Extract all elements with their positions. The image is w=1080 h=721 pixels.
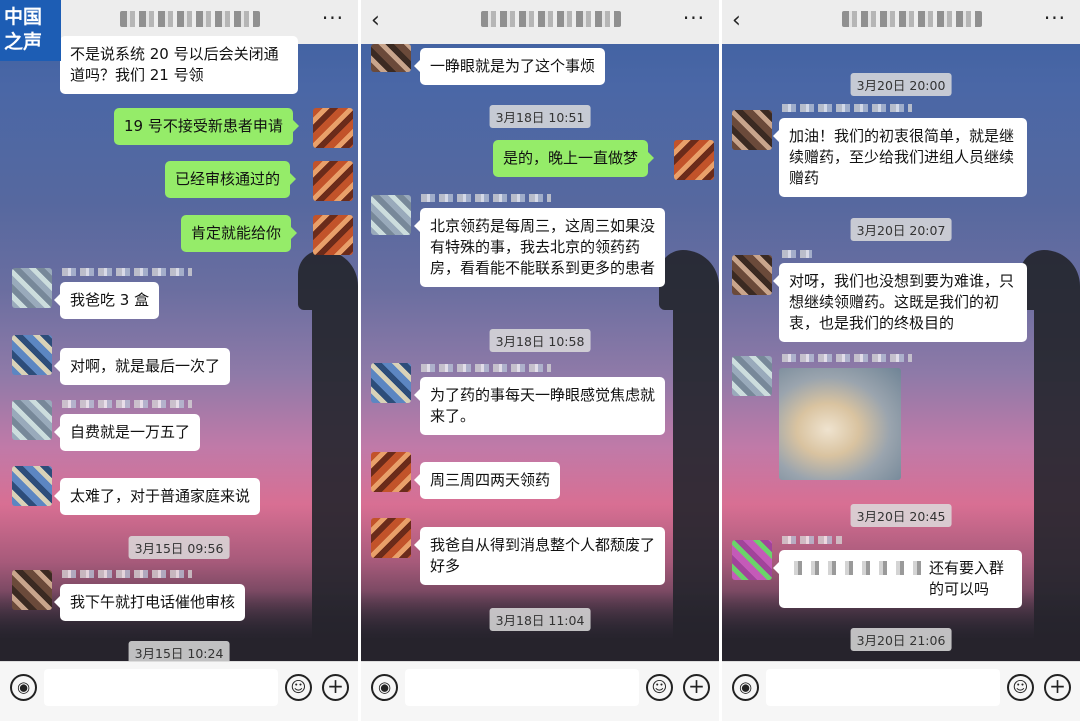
logo-line2: 之声 xyxy=(4,31,43,53)
chat-title-masked xyxy=(120,11,260,27)
nickname-masked xyxy=(782,536,842,544)
nickname-masked xyxy=(62,400,192,408)
nickname-masked xyxy=(62,570,192,578)
message-bubble: 我爸吃 3 盒 xyxy=(53,282,160,319)
input-bar: ◉ ☺ + xyxy=(722,661,1080,721)
nickname-masked xyxy=(62,268,192,276)
avatar[interactable] xyxy=(371,452,411,492)
avatar[interactable] xyxy=(12,466,52,506)
avatar[interactable] xyxy=(732,255,772,295)
avatar[interactable] xyxy=(12,268,52,308)
message-bubble: 周三周四两天领药 xyxy=(413,462,561,499)
nickname-masked xyxy=(421,194,551,202)
message-bubble: 19 号不接受新患者申请 xyxy=(114,108,299,145)
plus-icon[interactable]: + xyxy=(1044,674,1071,701)
avatar[interactable] xyxy=(732,356,772,396)
avatar[interactable] xyxy=(12,400,52,440)
message-input[interactable] xyxy=(405,669,639,706)
voice-icon[interactable]: ◉ xyxy=(732,674,759,701)
avatar[interactable] xyxy=(12,335,52,375)
avatar[interactable] xyxy=(313,215,353,255)
avatar[interactable] xyxy=(313,161,353,201)
timestamp: 3月18日 11:04 xyxy=(489,608,591,631)
avatar[interactable] xyxy=(313,108,353,148)
chat-panel-1: ··· 不是说系统 20 号以后会关闭通道吗？我们 21 号领 19 号不接受新… xyxy=(0,0,358,721)
input-bar: ◉ ☺ + xyxy=(361,661,719,721)
avatar[interactable] xyxy=(371,518,411,558)
avatar[interactable] xyxy=(371,363,411,403)
chat-title-masked xyxy=(481,11,621,27)
avatar[interactable] xyxy=(674,140,714,180)
message-bubble: 太难了，对于普通家庭来说 xyxy=(53,478,261,515)
chat-header: ‹ ··· xyxy=(722,0,1080,44)
message-bubble: 北京领药是每周三，这周三如果没有特殊的事，我去北京的领药药房，看看能不能联系到更… xyxy=(414,208,665,287)
message-bubble: 已经审核通过的 xyxy=(165,161,297,198)
voice-icon[interactable]: ◉ xyxy=(10,674,37,701)
more-icon[interactable]: ··· xyxy=(1044,6,1066,30)
avatar[interactable] xyxy=(12,570,52,610)
brand-logo: 中国 之声 xyxy=(0,0,61,61)
message-bubble: 一睁眼就是为了这个事烦 xyxy=(413,48,606,85)
nickname-masked xyxy=(782,250,812,258)
chat-panel-2: ‹ ··· 一睁眼就是为了这个事烦 3月18日 10:51 是的，晚上一直做梦 … xyxy=(361,0,719,721)
back-icon[interactable]: ‹ xyxy=(732,8,741,33)
masked-mention xyxy=(789,561,929,575)
emoji-icon[interactable]: ☺ xyxy=(1007,674,1034,701)
timestamp: 3月18日 10:58 xyxy=(489,329,591,352)
chat-header: ‹ ··· xyxy=(361,0,719,44)
message-bubble: 我下午就打电话催他审核 xyxy=(53,584,246,621)
timestamp: 3月20日 20:00 xyxy=(850,73,952,96)
back-icon[interactable]: ‹ xyxy=(371,8,380,33)
nickname-masked xyxy=(782,354,912,362)
emoji-icon[interactable]: ☺ xyxy=(285,674,312,701)
message-bubble: 不是说系统 20 号以后会关闭通道吗？我们 21 号领 xyxy=(54,36,298,94)
input-bar: ◉ ☺ + xyxy=(0,661,358,721)
message-input[interactable] xyxy=(44,669,278,706)
message-bubble: 还有要入群的可以吗 xyxy=(773,550,1022,608)
avatar[interactable] xyxy=(732,540,772,580)
timestamp: 3月15日 09:56 xyxy=(128,536,230,559)
message-bubble: 对呀，我们也没想到要为难谁，只想继续领赠药。这既是我们的初衷，也是我们的终极目的 xyxy=(773,263,1027,342)
chat-title-masked xyxy=(842,11,982,27)
timestamp: 3月18日 10:51 xyxy=(489,105,591,128)
message-bubble: 加油！我们的初衷很简单，就是继续赠药，至少给我们进组人员继续赠药 xyxy=(773,118,1027,197)
emoji-icon[interactable]: ☺ xyxy=(646,674,673,701)
avatar[interactable] xyxy=(371,195,411,235)
plus-icon[interactable]: + xyxy=(683,674,710,701)
plus-icon[interactable]: + xyxy=(322,674,349,701)
message-bubble: 对啊，就是最后一次了 xyxy=(53,348,231,385)
voice-icon[interactable]: ◉ xyxy=(371,674,398,701)
timestamp: 3月20日 21:06 xyxy=(850,628,952,651)
nickname-masked xyxy=(421,364,551,372)
message-bubble: 是的，晚上一直做梦 xyxy=(493,140,655,177)
message-input[interactable] xyxy=(766,669,1000,706)
timestamp: 3月20日 20:45 xyxy=(850,504,952,527)
message-bubble: 为了药的事每天一睁眼感觉焦虑就来了。 xyxy=(414,377,665,435)
timestamp: 3月20日 20:07 xyxy=(850,218,952,241)
logo-line1: 中国 xyxy=(4,6,43,28)
message-bubble: 我爸自从得到消息整个人都颓废了好多 xyxy=(414,527,665,585)
more-icon[interactable]: ··· xyxy=(683,6,705,30)
chat-panel-3: ‹ ··· 3月20日 20:00 加油！我们的初衷很简单，就是继续赠药，至少给… xyxy=(722,0,1080,721)
more-icon[interactable]: ··· xyxy=(322,6,344,30)
message-bubble: 肯定就能给你 xyxy=(181,215,298,252)
shared-photo[interactable] xyxy=(779,368,901,480)
avatar[interactable] xyxy=(371,44,411,72)
nickname-masked xyxy=(782,104,912,112)
message-bubble: 自费就是一万五了 xyxy=(53,414,201,451)
avatar[interactable] xyxy=(732,110,772,150)
